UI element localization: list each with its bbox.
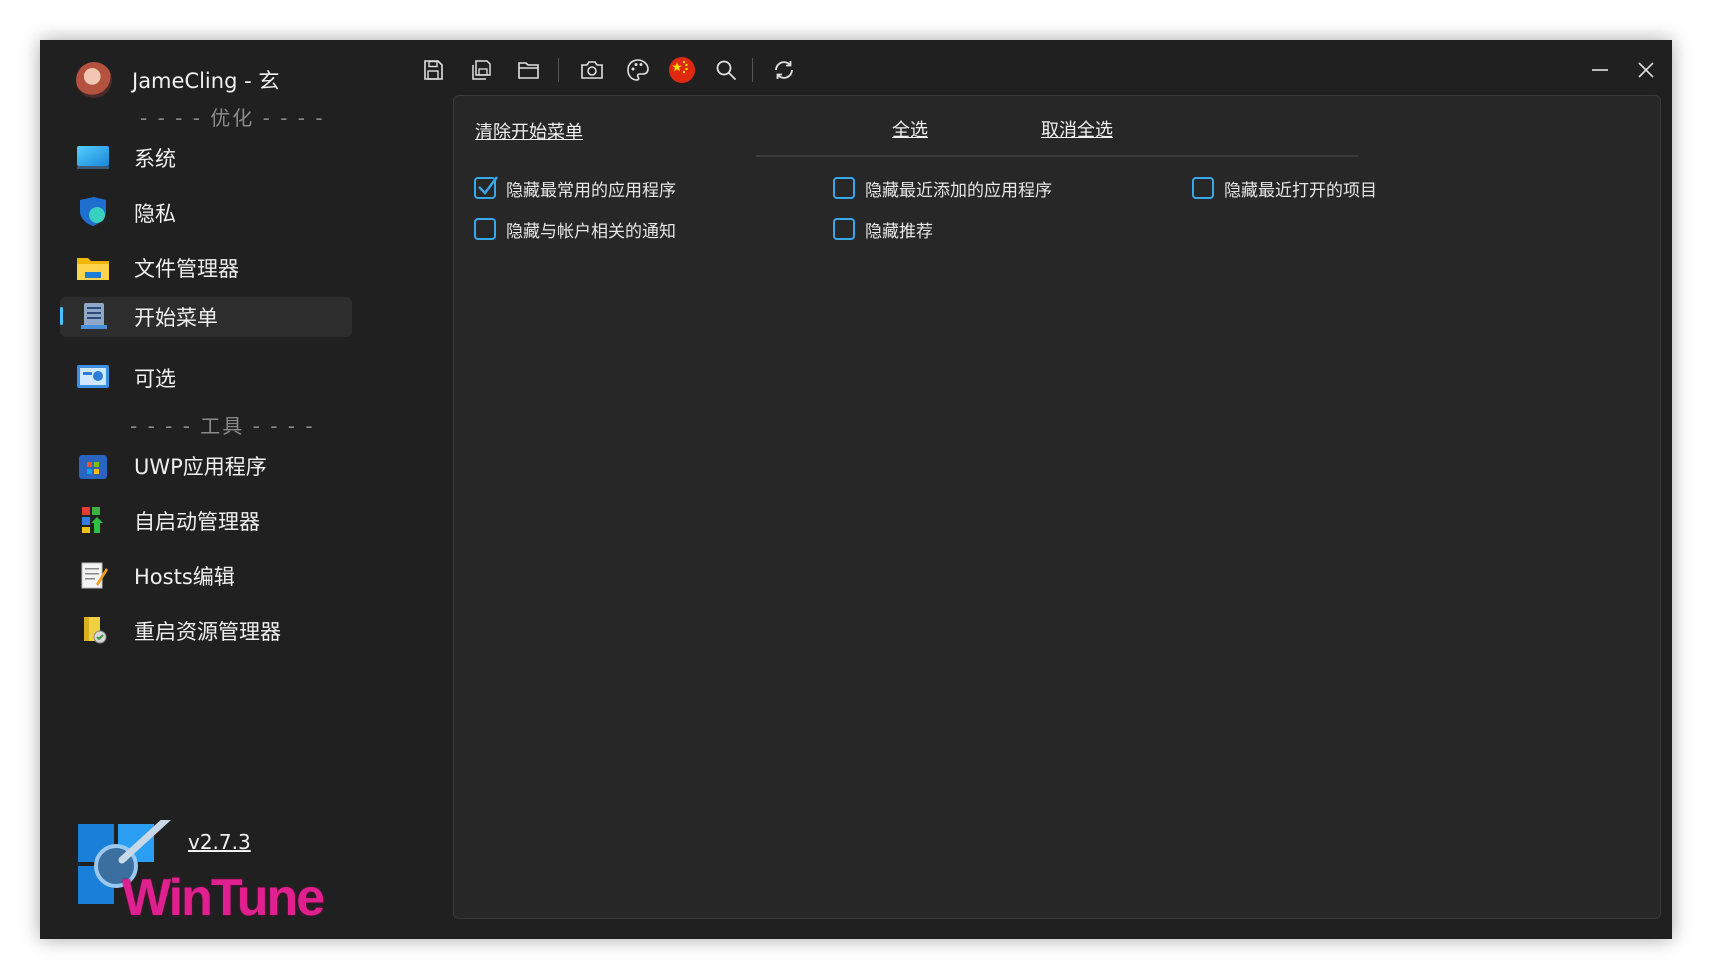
user-profile[interactable]: JameCling - 玄 — [76, 58, 279, 102]
sidebar-item-label: 隐私 — [134, 202, 176, 226]
option-hide-recently-opened[interactable]: 隐藏最近打开的项目 — [1192, 174, 1377, 202]
logo-text: WinTune — [122, 869, 325, 927]
section-tools-divider: - - - - 工具 - - - - — [130, 414, 315, 438]
checkbox[interactable] — [833, 218, 855, 240]
sidebar-item-restart-explorer[interactable]: 重启资源管理器 — [60, 611, 352, 651]
active-indicator — [60, 307, 63, 325]
sidebar-item-label: 开始菜单 — [134, 306, 218, 330]
checkbox[interactable] — [1192, 177, 1214, 199]
header-divider — [756, 155, 1358, 157]
app-window: JameCling - 玄 - - - - 优化 - - - - 系统 隐私 文… — [40, 40, 1672, 939]
section-optimize-divider: - - - - 优化 - - - - — [140, 106, 325, 130]
sidebar-item-startup-manager[interactable]: 自启动管理器 — [60, 501, 352, 541]
content-panel: 清除开始菜单 全选 取消全选 隐藏最常用的应用程序 隐藏最近添加的应用程序 隐藏… — [453, 95, 1661, 919]
language-button[interactable] — [664, 52, 700, 88]
sidebar-item-optional[interactable]: 可选 — [60, 358, 352, 398]
checkmark-icon — [478, 176, 498, 195]
sidebar-item-label: 自启动管理器 — [134, 510, 260, 534]
refresh-button[interactable] — [766, 52, 802, 88]
sidebar-item-label: 可选 — [134, 367, 176, 391]
folder-icon — [77, 258, 109, 280]
toolbar-separator — [558, 58, 559, 82]
sidebar-item-privacy[interactable]: 隐私 — [60, 193, 352, 233]
restart-explorer-icon — [84, 617, 107, 644]
sidebar-item-label: Hosts编辑 — [134, 565, 235, 589]
open-folder-button[interactable] — [511, 52, 547, 88]
checkbox[interactable] — [474, 176, 498, 199]
minimize-icon — [1592, 69, 1608, 71]
screenshot-icon — [581, 61, 603, 79]
theme-button[interactable] — [620, 52, 656, 88]
sidebar-item-label: 重启资源管理器 — [134, 620, 281, 644]
checkbox[interactable] — [474, 218, 496, 240]
option-label: 隐藏与帐户相关的通知 — [506, 221, 676, 242]
search-button[interactable] — [708, 52, 744, 88]
close-button[interactable] — [1624, 50, 1668, 90]
start-menu-icon — [81, 303, 107, 329]
toolbar-separator — [752, 58, 753, 82]
option-hide-most-used[interactable]: 隐藏最常用的应用程序 — [474, 174, 676, 202]
save-icon — [424, 60, 443, 80]
option-hide-recently-added[interactable]: 隐藏最近添加的应用程序 — [833, 174, 1052, 202]
sidebar-item-label: 文件管理器 — [134, 257, 239, 281]
save-button[interactable] — [415, 52, 451, 88]
save-all-button[interactable] — [463, 52, 499, 88]
privacy-shield-icon — [80, 197, 106, 226]
language-flag-icon — [669, 57, 695, 83]
option-label: 隐藏推荐 — [865, 221, 933, 242]
version-link[interactable]: v2.7.3 — [188, 830, 251, 854]
username: JameCling - 玄 — [132, 69, 280, 93]
optional-features-icon — [77, 365, 109, 388]
sidebar-item-file-manager[interactable]: 文件管理器 — [60, 248, 352, 288]
checkbox[interactable] — [833, 177, 855, 199]
open-folder-icon — [518, 62, 539, 79]
deselect-all-button[interactable]: 取消全选 — [1041, 116, 1113, 142]
page-title-link[interactable]: 清除开始菜单 — [475, 118, 583, 144]
refresh-icon — [775, 61, 793, 79]
select-all-button[interactable]: 全选 — [892, 116, 928, 142]
option-label: 隐藏最常用的应用程序 — [506, 180, 676, 201]
sidebar-item-hosts-edit[interactable]: Hosts编辑 — [60, 556, 352, 596]
sidebar-item-label: 系统 — [134, 147, 176, 171]
option-hide-account-notifications[interactable]: 隐藏与帐户相关的通知 — [474, 215, 676, 243]
save-all-icon — [472, 60, 491, 80]
close-icon — [1638, 62, 1654, 78]
sidebar-item-label: UWP应用程序 — [134, 455, 267, 479]
minimize-button[interactable] — [1578, 50, 1622, 90]
sidebar-item-uwp-apps[interactable]: UWP应用程序 — [60, 446, 352, 486]
search-icon — [716, 60, 736, 80]
screenshot-button[interactable] — [574, 52, 610, 88]
startup-manager-icon — [82, 507, 103, 533]
sidebar-item-system[interactable]: 系统 — [60, 138, 352, 178]
option-hide-recommended[interactable]: 隐藏推荐 — [833, 215, 933, 243]
hosts-edit-icon — [81, 562, 108, 589]
option-label: 隐藏最近添加的应用程序 — [865, 180, 1052, 201]
system-monitor-icon — [77, 146, 109, 169]
uwp-store-icon — [79, 455, 107, 479]
sidebar-item-start-menu[interactable]: 开始菜单 — [60, 297, 352, 337]
option-label: 隐藏最近打开的项目 — [1224, 180, 1377, 201]
avatar — [76, 62, 112, 98]
theme-palette-icon — [627, 59, 649, 81]
